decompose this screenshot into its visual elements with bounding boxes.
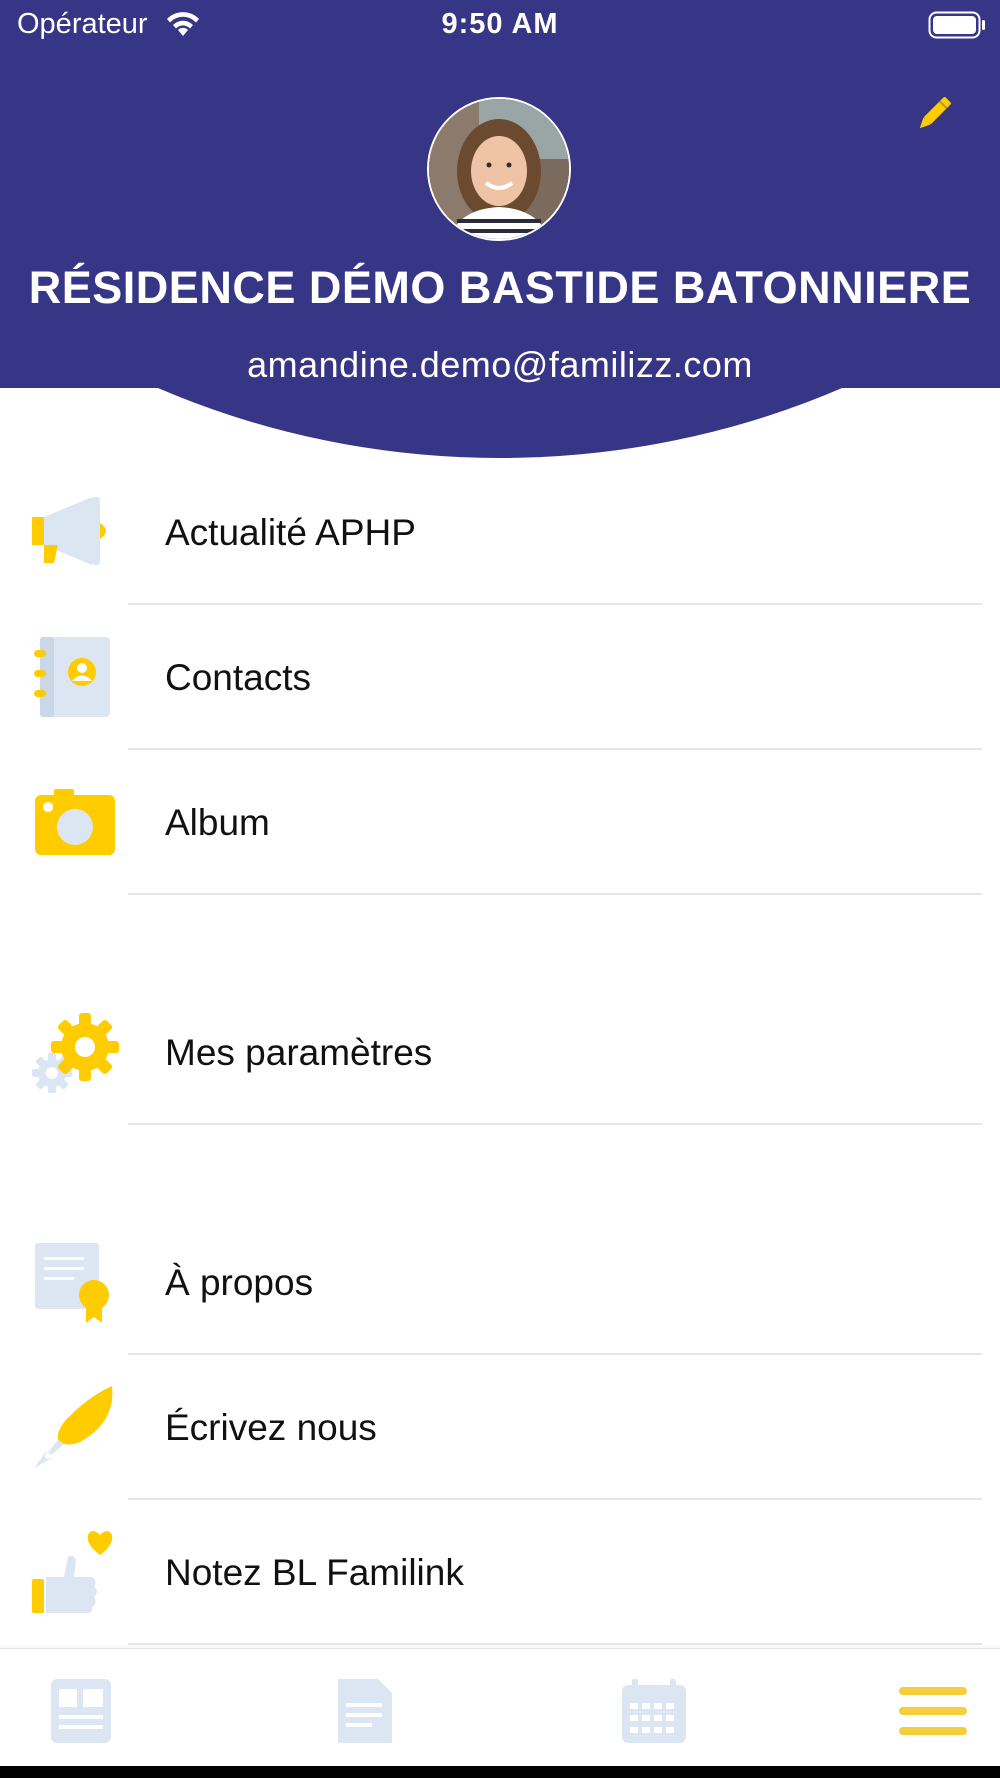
- residence-name: RÉSIDENCE DÉMO BASTIDE BATONNIERE: [28, 262, 972, 313]
- menu-item-label: Contacts: [165, 657, 312, 698]
- divider: [128, 893, 982, 895]
- divider: [128, 1123, 982, 1125]
- menu-item-label: Notez BL Familink: [165, 1552, 464, 1593]
- menu-item-album[interactable]: Album: [0, 750, 1000, 895]
- menu-item-contacts[interactable]: Contacts: [0, 605, 1000, 750]
- camera-icon: [35, 789, 115, 855]
- gears-icon: [32, 1013, 119, 1093]
- thumbs-up-heart-icon: [32, 1531, 113, 1613]
- menu-item-label: Écrivez nous: [165, 1407, 377, 1448]
- divider: [128, 1643, 982, 1645]
- tab-calendar-icon[interactable]: [618, 1675, 690, 1747]
- avatar[interactable]: [427, 97, 571, 241]
- user-email: amandine.demo@familizz.com: [247, 344, 753, 385]
- status-time: 9:50 AM: [441, 8, 559, 40]
- tab-document-icon[interactable]: [328, 1675, 400, 1747]
- avatar-photo: [429, 99, 569, 239]
- tab-menu-icon[interactable]: [897, 1675, 969, 1747]
- menu-item-notez[interactable]: Notez BL Familink: [0, 1500, 1000, 1645]
- pencil-edit-icon[interactable]: [912, 92, 956, 136]
- menu-item-parametres[interactable]: Mes paramètres: [0, 980, 1000, 1125]
- menu-item-label: Mes paramètres: [165, 1032, 433, 1073]
- status-bar: Opérateur 9:50 AM: [0, 0, 1000, 50]
- tab-news-icon[interactable]: [45, 1675, 117, 1747]
- certificate-icon: [35, 1243, 109, 1323]
- battery-icon: [928, 11, 985, 39]
- tab-bar: [0, 1648, 1000, 1769]
- address-book-icon: [34, 637, 110, 717]
- menu-item-a-propos[interactable]: À propos: [0, 1210, 1000, 1355]
- menu-item-label: Actualité APHP: [165, 512, 416, 553]
- menu-item-label: Album: [165, 802, 270, 843]
- quill-pen-icon: [34, 1386, 113, 1468]
- menu-item-actualite[interactable]: Actualité APHP: [0, 460, 1000, 605]
- menu-item-ecrivez-nous[interactable]: Écrivez nous: [0, 1355, 1000, 1500]
- home-indicator: [0, 1766, 1000, 1778]
- menu-item-label: À propos: [165, 1262, 314, 1303]
- profile-header: Opérateur 9:50 AM RÉSIDENCE DÉMO BASTIDE…: [0, 0, 1000, 460]
- megaphone-icon: [32, 497, 106, 565]
